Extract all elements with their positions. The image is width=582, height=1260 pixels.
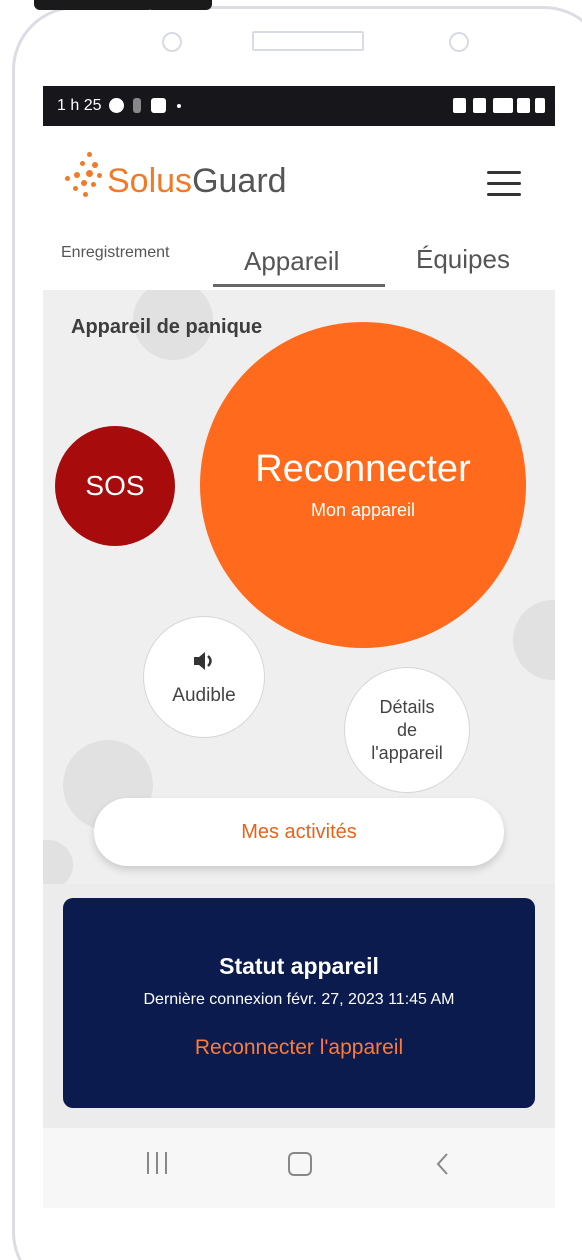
image-icon	[151, 98, 166, 113]
decorative-circle	[513, 600, 555, 680]
sensor-dot	[162, 32, 182, 52]
frame-top-strip	[146, 0, 212, 10]
sos-button[interactable]: SOS	[55, 426, 175, 546]
status-title: Statut appareil	[219, 953, 379, 979]
active-tab-indicator	[213, 284, 385, 287]
decorative-circle	[43, 840, 73, 884]
battery-icon	[535, 98, 545, 113]
earpiece-speaker	[252, 31, 364, 51]
notification-app-icon	[109, 98, 124, 113]
home-icon[interactable]	[288, 1152, 312, 1176]
panic-device-section: Appareil de panique SOS Reconnecter Mon …	[43, 290, 555, 884]
reconnect-sublabel: Mon appareil	[310, 500, 416, 520]
device-details-button[interactable]: Détails de l'appareil	[344, 667, 470, 793]
tab-appareil[interactable]: Appareil	[244, 246, 339, 277]
brand-solus: Solus	[107, 162, 193, 200]
audible-label: Audible	[172, 685, 236, 706]
recents-icon[interactable]	[147, 1152, 169, 1176]
status-time: 1 h 25	[57, 97, 102, 114]
reconnect-label: Reconnecter	[255, 448, 471, 490]
details-label-line3: l'appareil	[371, 742, 443, 763]
phone-screen: 1 h 25 SolusGuard Enregistrement Apparei…	[43, 86, 555, 1208]
signal-icon	[517, 98, 530, 113]
more-notifications-icon	[177, 104, 181, 108]
tab-equipes[interactable]: Équipes	[416, 244, 510, 275]
details-label-line1: Détails	[379, 696, 435, 717]
system-nav-bar	[43, 1128, 555, 1208]
speaker-icon	[194, 652, 212, 670]
tab-enregistrement[interactable]: Enregistrement	[61, 244, 170, 262]
details-label-line2: de	[396, 719, 417, 740]
brand-logo-text: SolusGuard	[107, 162, 287, 201]
hamburger-icon[interactable]	[487, 171, 521, 197]
status-bar: 1 h 25	[43, 86, 555, 126]
last-connection-text: Dernière connexion févr. 27, 2023 11:45 …	[143, 991, 455, 1008]
brand-guard: Guard	[192, 162, 287, 200]
tab-bar: Enregistrement Appareil Équipes	[43, 218, 555, 290]
app-header: SolusGuard	[43, 126, 555, 218]
logo-icon	[61, 152, 107, 198]
my-activities-button[interactable]: Mes activités	[94, 798, 504, 866]
reconnect-device-link[interactable]: Reconnecter l'appareil	[63, 1036, 535, 1060]
wifi-icon	[493, 98, 513, 113]
device-status-card: Statut appareil Dernière connexion févr.…	[63, 898, 535, 1108]
frame-top-strip	[34, 0, 154, 10]
camera-dot	[449, 32, 469, 52]
section-title: Appareil de panique	[71, 316, 263, 338]
reconnect-button[interactable]: Reconnecter Mon appareil	[200, 322, 526, 648]
back-icon[interactable]	[435, 1152, 451, 1176]
alarm-icon	[453, 98, 466, 113]
audible-toggle[interactable]: Audible	[143, 616, 265, 738]
mute-icon	[473, 98, 486, 113]
bluetooth-icon	[133, 98, 141, 113]
